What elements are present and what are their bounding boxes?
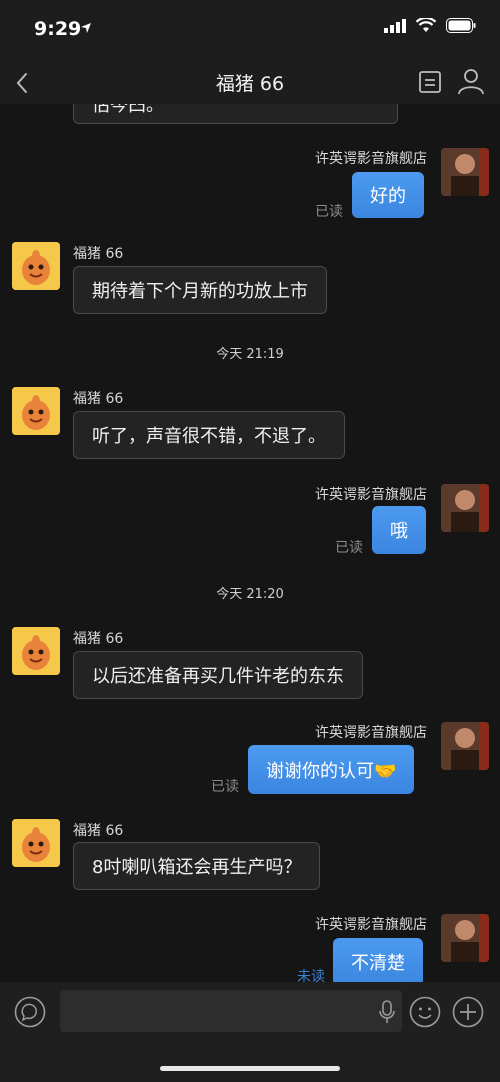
microphone-icon[interactable]	[378, 1000, 396, 1024]
sender-name: 许英谔影音旗舰店	[315, 151, 427, 167]
voice-chat-icon[interactable]	[14, 996, 46, 1028]
user-profile-icon[interactable]	[456, 66, 486, 96]
notes-icon[interactable]	[416, 68, 444, 96]
location-arrow-icon	[81, 23, 91, 33]
wifi-icon	[416, 18, 436, 32]
message-bubble-incoming[interactable]: 期待着下个月新的功放上市	[73, 266, 327, 314]
pig-avatar-image	[12, 387, 60, 435]
message-bubble-outgoing[interactable]: 不清楚	[333, 938, 423, 982]
chat-area[interactable]: 估岑臼。 许英谔影音旗舰店 已读 好的 福猪 66 期待着下个月新的功放上市 今…	[0, 104, 500, 982]
avatar-shop[interactable]	[441, 484, 489, 532]
message-text: 好的	[370, 186, 406, 207]
status-icons	[384, 18, 476, 33]
message-text: 估岑臼。	[92, 104, 164, 116]
status-bar: 9:29	[0, 0, 500, 60]
avatar-pig[interactable]	[12, 387, 60, 435]
avatar-pig[interactable]	[12, 819, 60, 867]
message-bubble-incoming[interactable]: 听了，声音很不错，不退了。	[73, 411, 345, 459]
sender-name: 许英谔影音旗舰店	[315, 917, 427, 933]
pig-avatar-image	[12, 819, 60, 867]
nav-bar: 福猪 66	[0, 60, 500, 104]
message-bubble-outgoing[interactable]: 哦	[372, 506, 426, 554]
unread-status: 未读	[297, 969, 325, 982]
read-status: 已读	[335, 540, 363, 556]
message-bubble-incoming[interactable]: 以后还准备再买几件许老的东东	[73, 651, 363, 699]
battery-icon	[446, 18, 476, 33]
timestamp: 今天 21:20	[216, 587, 284, 602]
avatar-pig[interactable]	[12, 242, 60, 290]
message-text: 8吋喇叭箱还会再生产吗？	[92, 857, 302, 878]
timestamp: 今天 21:19	[216, 347, 284, 362]
sender-name: 许英谔影音旗舰店	[315, 487, 427, 503]
plus-icon[interactable]	[452, 996, 484, 1028]
message-text: 以后还准备再买几件许老的东东	[92, 666, 344, 687]
shop-avatar-photo	[441, 484, 489, 532]
message-bubble-outgoing[interactable]: 好的	[352, 172, 424, 218]
shop-avatar-photo	[441, 148, 489, 196]
sender-name: 福猪 66	[73, 391, 124, 407]
home-indicator[interactable]	[160, 1066, 340, 1071]
message-input[interactable]	[60, 990, 402, 1032]
read-status: 已读	[315, 204, 343, 220]
message-text: 听了，声音很不错，不退了。	[92, 426, 326, 447]
message-bubble-outgoing[interactable]: 谢谢你的认可🤝	[248, 745, 415, 794]
message-text: 哦	[390, 521, 408, 542]
shop-avatar-photo	[441, 914, 489, 962]
avatar-shop[interactable]	[441, 722, 489, 770]
sender-name: 许英谔影音旗舰店	[315, 725, 427, 741]
sender-name: 福猪 66	[73, 631, 124, 647]
read-status: 已读	[211, 779, 239, 795]
cellular-signal-icon	[384, 18, 406, 33]
emoji-icon[interactable]	[409, 996, 441, 1028]
avatar-shop[interactable]	[441, 914, 489, 962]
message-bubble-incoming[interactable]: 8吋喇叭箱还会再生产吗？	[73, 842, 321, 890]
message-bubble-incoming[interactable]: 估岑臼。	[73, 104, 398, 124]
sender-name: 福猪 66	[73, 823, 124, 839]
avatar-pig[interactable]	[12, 627, 60, 675]
sender-name: 福猪 66	[73, 246, 124, 262]
pig-avatar-image	[12, 242, 60, 290]
message-text: 期待着下个月新的功放上市	[92, 281, 308, 302]
pig-avatar-image	[12, 627, 60, 675]
message-text: 不清楚	[351, 953, 405, 974]
avatar-shop[interactable]	[441, 148, 489, 196]
shop-avatar-photo	[441, 722, 489, 770]
status-time: 9:29	[34, 18, 82, 40]
message-text: 谢谢你的认可🤝	[266, 760, 397, 782]
